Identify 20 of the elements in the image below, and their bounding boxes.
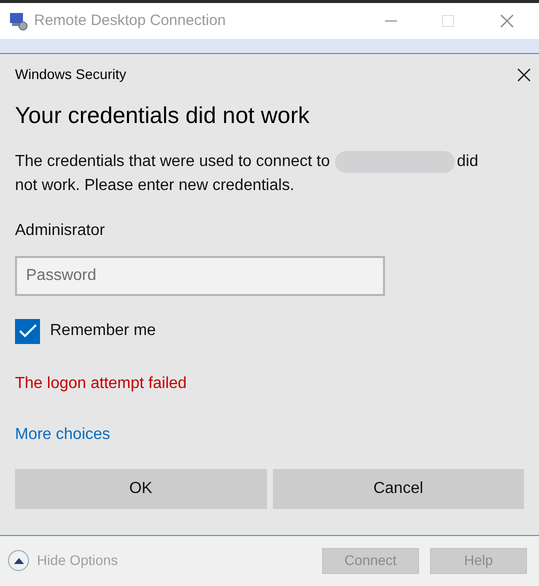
remember-label: Remember me [50,321,156,342]
check-icon [18,324,36,338]
more-choices-link[interactable]: More choices [15,422,110,447]
dialog-button[interactable]: Cancel [272,468,524,509]
close-icon[interactable] [517,68,531,82]
checkbox[interactable] [15,318,40,344]
dialog-title: Windows Security [15,65,126,84]
dialog-button[interactable]: OK [15,468,266,509]
dialog-heading: Your credentials did not work [15,100,310,130]
username-label: Adminisrator [15,220,106,241]
window-title: Remote Desktop Connection [34,10,226,31]
message-text: did [456,152,478,172]
message-text: The credentials that were used to connect to [15,152,330,172]
up-arrow-icon [14,558,24,564]
computer-icon [9,11,29,32]
collapse-button[interactable] [8,550,29,572]
message-text: not work. Please enter new credentials. [15,176,296,196]
hide-options-label[interactable]: Hide Options [37,550,118,572]
password-field[interactable]: Password [15,256,385,296]
error-message: The logon attempt failed [15,374,188,394]
